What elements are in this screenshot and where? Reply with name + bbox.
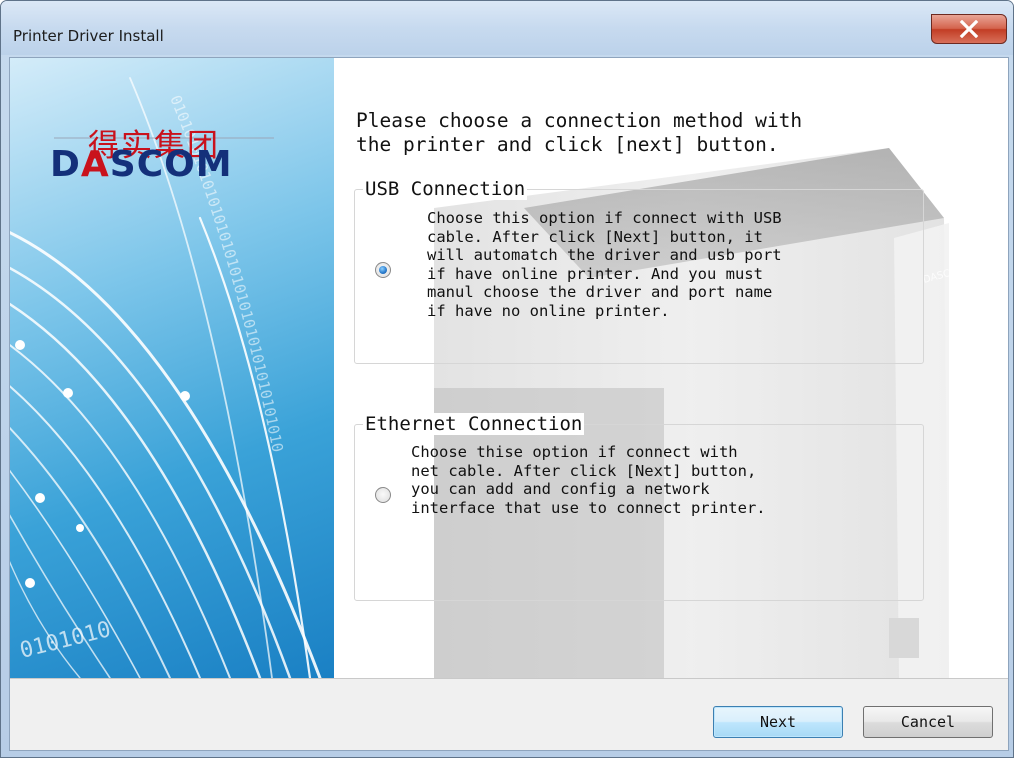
binary-bottom-text: 0101010: [17, 617, 113, 664]
ethernet-connection-description: Choose thise option if connect with net …: [411, 443, 766, 517]
close-icon: [959, 20, 979, 38]
connection-panel: DASCOM Please choose a connection method…: [334, 58, 1008, 678]
dialog-client-area: 0101010101010101010101010101010101010101…: [9, 57, 1009, 751]
instruction-text: Please choose a connection method with t…: [356, 109, 803, 156]
brand-logo: DASCOM: [50, 144, 233, 185]
radio-selected-dot: [379, 266, 387, 274]
title-bar[interactable]: Printer Driver Install: [1, 1, 1013, 55]
brand-logo-part: D: [50, 144, 81, 185]
usb-connection-legend: USB Connection: [363, 178, 528, 200]
ethernet-connection-legend: Ethernet Connection: [363, 413, 585, 435]
brand-logo-part: SCOM: [109, 144, 233, 185]
installer-window: Printer Driver Install 01010101010101010…: [0, 0, 1014, 758]
ethernet-connection-radio[interactable]: [375, 487, 391, 503]
brand-logo-accent: A: [80, 144, 110, 185]
next-button[interactable]: Next: [713, 706, 843, 738]
usb-connection-radio[interactable]: [375, 262, 391, 278]
close-button[interactable]: [931, 14, 1007, 44]
button-bar: Next Cancel: [10, 678, 1008, 750]
cancel-button[interactable]: Cancel: [863, 706, 993, 738]
usb-connection-description: Choose this option if connect with USB c…: [427, 209, 782, 320]
dascom-banner: 0101010101010101010101010101010101010101…: [10, 58, 334, 678]
window-title: Printer Driver Install: [13, 27, 164, 45]
